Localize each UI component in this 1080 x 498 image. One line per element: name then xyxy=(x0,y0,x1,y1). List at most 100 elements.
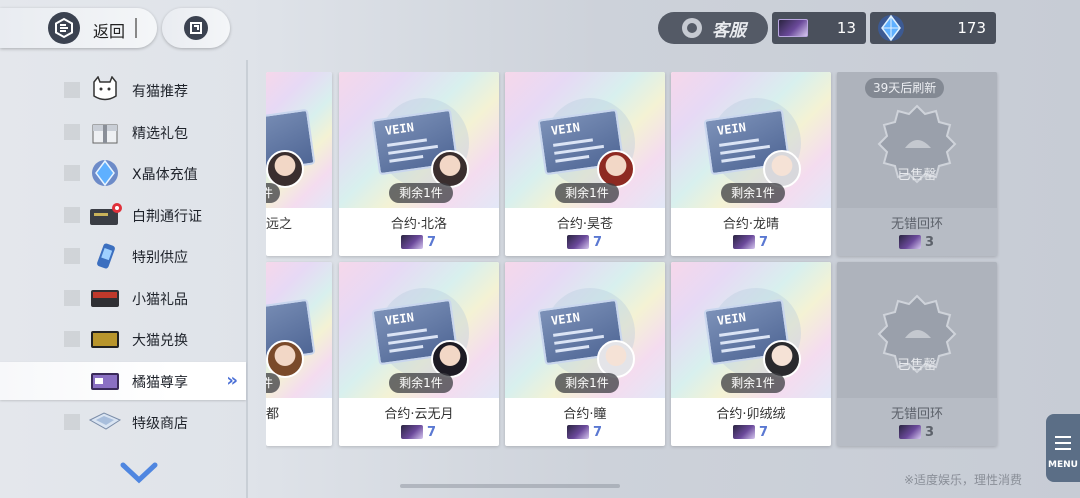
remaining-badge: 剩余1件 xyxy=(389,183,453,203)
placeholder-box xyxy=(64,331,80,347)
doc-brand: VEIN xyxy=(550,120,581,138)
shop-card[interactable]: VEIN 剩余1件 合约·昊苍 7 xyxy=(505,72,665,256)
price-value: 7 xyxy=(593,234,603,250)
remaining-badge: 剩余1件 xyxy=(721,183,785,203)
remaining-badge: 剩余1件 xyxy=(555,373,619,393)
back-icon xyxy=(48,12,80,44)
price-value: 3 xyxy=(925,234,935,250)
sidebar-item-cat-recommend[interactable]: 有猫推荐 xyxy=(0,71,246,109)
menu-label: MENU xyxy=(1048,460,1078,470)
crystal-count: 173 xyxy=(957,19,986,37)
shop-card[interactable]: VEIN 剩余1件 合约·云无月 7 xyxy=(339,262,499,446)
shop-card[interactable]: VEIN 剩余1件 合约·北洛 7 xyxy=(339,72,499,256)
placeholder-box xyxy=(64,290,80,306)
scroll-indicator[interactable] xyxy=(400,484,620,488)
ticket-currency[interactable]: 13 xyxy=(772,12,866,44)
footer-note: ※适度娱乐，理性消费 xyxy=(904,473,1023,487)
sidebar-divider xyxy=(246,60,248,498)
crystal-currency[interactable]: 173 xyxy=(870,12,996,44)
card-price: 7 xyxy=(733,234,768,250)
shop-grid: 件 远之 VEIN 剩余1件 合约·北洛 7 VEIN 剩余1件 合约·昊苍 7… xyxy=(266,72,1006,450)
headset-icon xyxy=(682,18,702,38)
remaining-badge: 剩余1件 xyxy=(389,373,453,393)
customer-service-button[interactable]: 客服 xyxy=(658,12,768,44)
crystal-icon xyxy=(878,14,904,42)
shop-card-sold-out[interactable]: 已售罄 无错回环 3 xyxy=(837,262,997,446)
menu-button[interactable]: MENU xyxy=(1046,414,1080,482)
card-name: 合约·卯绒绒 xyxy=(716,407,786,422)
placeholder-box xyxy=(64,165,80,181)
sidebar-item-label: 精选礼包 xyxy=(132,126,188,142)
sidebar-item-kitten-gifts[interactable]: 小猫礼品 xyxy=(0,279,246,317)
customer-service-label: 客服 xyxy=(712,20,746,41)
ticket-icon xyxy=(567,425,589,439)
sidebar-item-battle-pass[interactable]: 白荆通行证 xyxy=(0,196,246,234)
placeholder-box xyxy=(64,248,80,264)
shop-card[interactable]: VEIN 剩余1件 合约·龙晴 7 xyxy=(671,72,831,256)
sidebar-item-label: 橘猫尊享 xyxy=(132,375,188,391)
sold-out-label: 已售罄 xyxy=(897,358,937,373)
ticket-icon xyxy=(401,235,423,249)
shop-card[interactable]: VEIN 剩余1件 合约·瞳 7 xyxy=(505,262,665,446)
price-value: 7 xyxy=(427,424,437,440)
top-left-bar: 返回 xyxy=(0,8,232,48)
shop-card[interactable]: 件 远之 xyxy=(266,72,332,256)
card-price: 7 xyxy=(401,424,436,440)
category-sidebar: 有猫推荐 精选礼包 X晶体充值 白荆通行证 特别供应 小猫礼品 大猫兑换 橘猫尊… xyxy=(0,66,246,498)
sidebar-item-x-crystal-topup[interactable]: X晶体充值 xyxy=(0,154,246,192)
sidebar-item-big-cat-exchange[interactable]: 大猫兑换 xyxy=(0,320,246,358)
crystal-icon xyxy=(88,158,122,188)
placeholder-box xyxy=(64,124,80,140)
card-price: 7 xyxy=(567,424,602,440)
shop-card[interactable]: 件 都 xyxy=(266,262,332,446)
card-name: 无错回环 xyxy=(890,217,943,232)
price-value: 3 xyxy=(925,424,935,440)
shop-card[interactable]: VEIN 剩余1件 合约·卯绒绒 7 xyxy=(671,262,831,446)
card-name: 合约·龙晴 xyxy=(722,217,780,232)
doc-brand: VEIN xyxy=(716,120,747,138)
menu-icon xyxy=(1055,436,1071,454)
refresh-timer: 39天后刷新 xyxy=(865,78,945,98)
ticket-icon xyxy=(733,235,755,249)
pass-card-icon xyxy=(88,200,122,230)
sidebar-item-special-supply[interactable]: 特别供应 xyxy=(0,237,246,275)
sidebar-item-label: 小猫礼品 xyxy=(132,292,188,308)
sold-out-label: 已售罄 xyxy=(897,168,937,183)
sidebar-item-label: 白荆通行证 xyxy=(132,209,202,225)
cat-cup-icon xyxy=(88,75,122,105)
remaining-badge: 剩余1件 xyxy=(555,183,619,203)
ticket-icon xyxy=(778,19,808,37)
doc-brand: VEIN xyxy=(550,310,581,328)
sidebar-item-featured-packs[interactable]: 精选礼包 xyxy=(0,113,246,151)
chevron-down-icon[interactable] xyxy=(120,460,158,486)
back-button[interactable]: 返回 xyxy=(0,8,157,48)
price-value: 7 xyxy=(759,234,769,250)
sidebar-item-label: 有猫推荐 xyxy=(132,84,188,100)
ticket-icon xyxy=(567,235,589,249)
exchange-card-icon xyxy=(88,324,122,354)
ticket-icon xyxy=(401,425,423,439)
double-chevron-right-icon: » xyxy=(226,370,238,391)
gift-box-icon xyxy=(88,117,122,147)
card-price: 3 xyxy=(899,424,934,440)
shop-card-sold-out[interactable]: 39天后刷新 已售罄 无错回环 3 xyxy=(837,72,997,256)
home-button[interactable] xyxy=(162,8,230,48)
card-name: 合约·昊苍 xyxy=(556,217,614,232)
card-name: 都 xyxy=(266,407,280,422)
back-label: 返回 xyxy=(93,22,126,41)
price-value: 7 xyxy=(427,234,437,250)
card-name: 无错回环 xyxy=(890,407,943,422)
card-price: 7 xyxy=(733,424,768,440)
premium-card-icon xyxy=(88,407,122,437)
sidebar-item-premium-shop[interactable]: 特级商店 xyxy=(0,403,246,441)
canister-icon xyxy=(88,241,122,271)
card-name: 远之 xyxy=(266,217,293,232)
ticket-icon xyxy=(899,425,921,439)
card-name: 合约·云无月 xyxy=(384,407,454,422)
sidebar-item-orange-cat-exclusive[interactable]: 橘猫尊享 » xyxy=(0,362,246,400)
sidebar-item-label: 大猫兑换 xyxy=(132,333,188,349)
placeholder-box xyxy=(64,414,80,430)
card-name: 合约·北洛 xyxy=(390,217,448,232)
back-separator xyxy=(135,18,137,38)
price-value: 7 xyxy=(593,424,603,440)
